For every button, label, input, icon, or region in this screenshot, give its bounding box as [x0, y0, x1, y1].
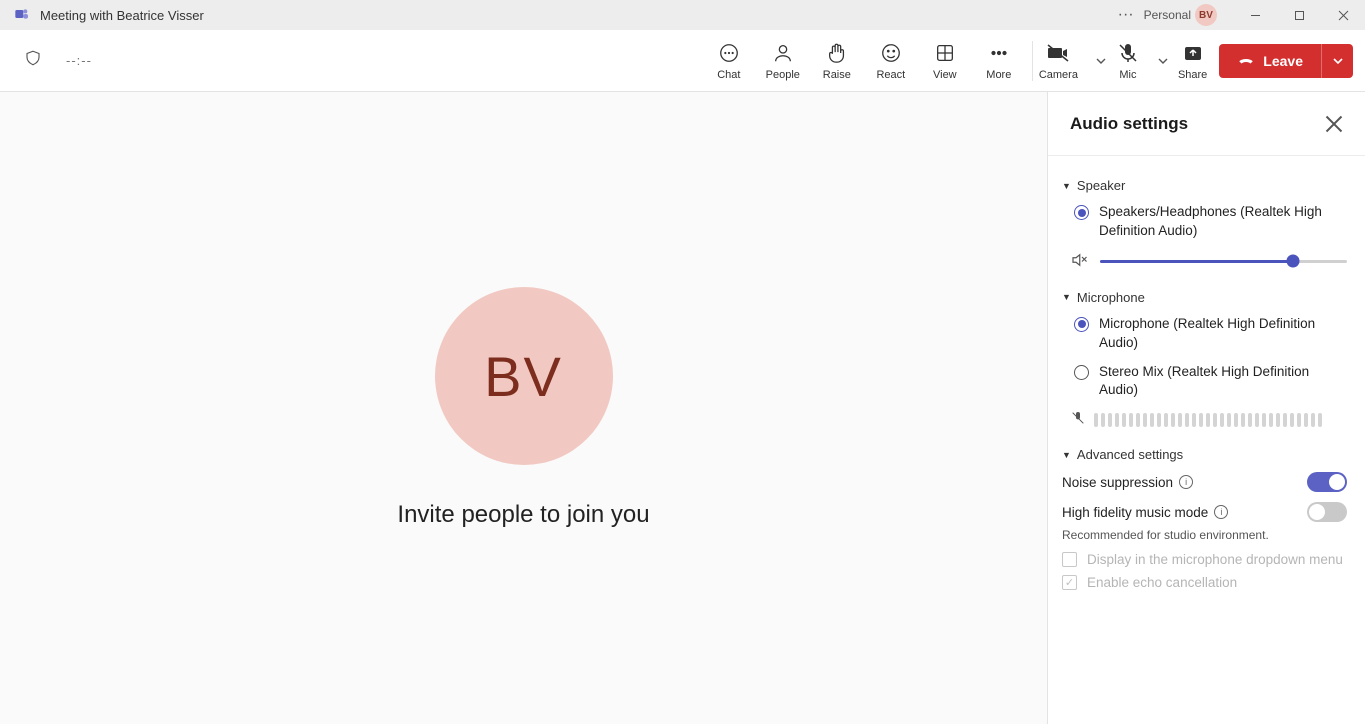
- camera-button[interactable]: Camera: [1039, 41, 1078, 81]
- mic-option-1[interactable]: Microphone (Realtek High Definition Audi…: [1074, 315, 1347, 353]
- maximize-button[interactable]: [1277, 0, 1321, 30]
- chat-icon: [717, 41, 741, 65]
- people-button[interactable]: People: [756, 41, 810, 81]
- meeting-toolbar: --:-- Chat People Raise React View More …: [0, 30, 1365, 92]
- meeting-timer: --:--: [66, 53, 92, 68]
- microphone-section-toggle[interactable]: ▼ Microphone: [1062, 290, 1347, 305]
- speaker-muted-icon[interactable]: [1070, 251, 1088, 272]
- titlebar-avatar[interactable]: BV: [1195, 4, 1217, 26]
- share-button[interactable]: Share: [1178, 41, 1207, 81]
- mic-off-icon: [1116, 41, 1140, 65]
- checkbox-icon: [1062, 552, 1077, 567]
- chat-button[interactable]: Chat: [702, 41, 756, 81]
- echo-cancellation-checkbox: Enable echo cancellation: [1062, 575, 1347, 590]
- close-button[interactable]: [1321, 0, 1365, 30]
- people-icon: [771, 41, 795, 65]
- account-label: Personal: [1144, 8, 1191, 22]
- view-icon: [933, 41, 957, 65]
- mic-options-chevron[interactable]: [1154, 55, 1172, 67]
- noise-suppression-label: Noise suppression: [1062, 475, 1173, 490]
- collapse-icon: ▼: [1062, 292, 1071, 302]
- advanced-section-toggle[interactable]: ▼ Advanced settings: [1062, 447, 1347, 462]
- leave-button[interactable]: Leave: [1219, 44, 1321, 78]
- checkbox-icon: [1062, 575, 1077, 590]
- leave-options-button[interactable]: [1321, 44, 1353, 78]
- view-button[interactable]: View: [918, 41, 972, 81]
- radio-icon: [1074, 317, 1089, 332]
- collapse-icon: ▼: [1062, 450, 1071, 460]
- teams-icon: [14, 6, 40, 25]
- speaker-section-toggle[interactable]: ▼ Speaker: [1062, 178, 1347, 193]
- radio-icon: [1074, 365, 1089, 380]
- window-title: Meeting with Beatrice Visser: [40, 8, 204, 23]
- meeting-stage: BV Invite people to join you: [0, 92, 1047, 724]
- mic-level-meter: [1094, 413, 1347, 427]
- mic-option-2[interactable]: Stereo Mix (Realtek High Definition Audi…: [1074, 363, 1347, 401]
- raise-button[interactable]: Raise: [810, 41, 864, 81]
- panel-close-button[interactable]: [1325, 115, 1343, 133]
- collapse-icon: ▼: [1062, 181, 1071, 191]
- panel-title: Audio settings: [1070, 114, 1188, 134]
- titlebar-more-icon[interactable]: ···: [1108, 6, 1144, 24]
- shield-icon[interactable]: [24, 49, 42, 72]
- participant-avatar: BV: [435, 287, 613, 465]
- info-icon[interactable]: i: [1179, 475, 1193, 489]
- hifi-mode-toggle[interactable]: [1307, 502, 1347, 522]
- react-icon: [879, 41, 903, 65]
- info-icon[interactable]: i: [1214, 505, 1228, 519]
- titlebar: Meeting with Beatrice Visser ··· Persona…: [0, 0, 1365, 30]
- more-button[interactable]: More: [972, 41, 1026, 81]
- share-icon: [1181, 41, 1205, 65]
- invite-message: Invite people to join you: [397, 501, 649, 529]
- toolbar-separator: [1032, 41, 1033, 81]
- camera-options-chevron[interactable]: [1092, 55, 1110, 67]
- radio-icon: [1074, 205, 1089, 220]
- react-button[interactable]: React: [864, 41, 918, 81]
- hifi-mode-label: High fidelity music mode: [1062, 505, 1208, 520]
- camera-off-icon: [1046, 41, 1070, 65]
- hangup-icon: [1237, 50, 1255, 71]
- audio-settings-panel: Audio settings ▼ Speaker Speakers/Headph…: [1047, 92, 1365, 724]
- display-in-dropdown-checkbox: Display in the microphone dropdown menu: [1062, 552, 1347, 567]
- speaker-option-1[interactable]: Speakers/Headphones (Realtek High Defini…: [1074, 203, 1347, 241]
- minimize-button[interactable]: [1233, 0, 1277, 30]
- noise-suppression-toggle[interactable]: [1307, 472, 1347, 492]
- raise-hand-icon: [825, 41, 849, 65]
- speaker-volume-slider[interactable]: [1100, 260, 1347, 263]
- more-icon: [987, 41, 1011, 65]
- mic-muted-icon: [1070, 410, 1086, 429]
- mic-button[interactable]: Mic: [1116, 41, 1140, 81]
- hifi-subtext: Recommended for studio environment.: [1062, 528, 1347, 542]
